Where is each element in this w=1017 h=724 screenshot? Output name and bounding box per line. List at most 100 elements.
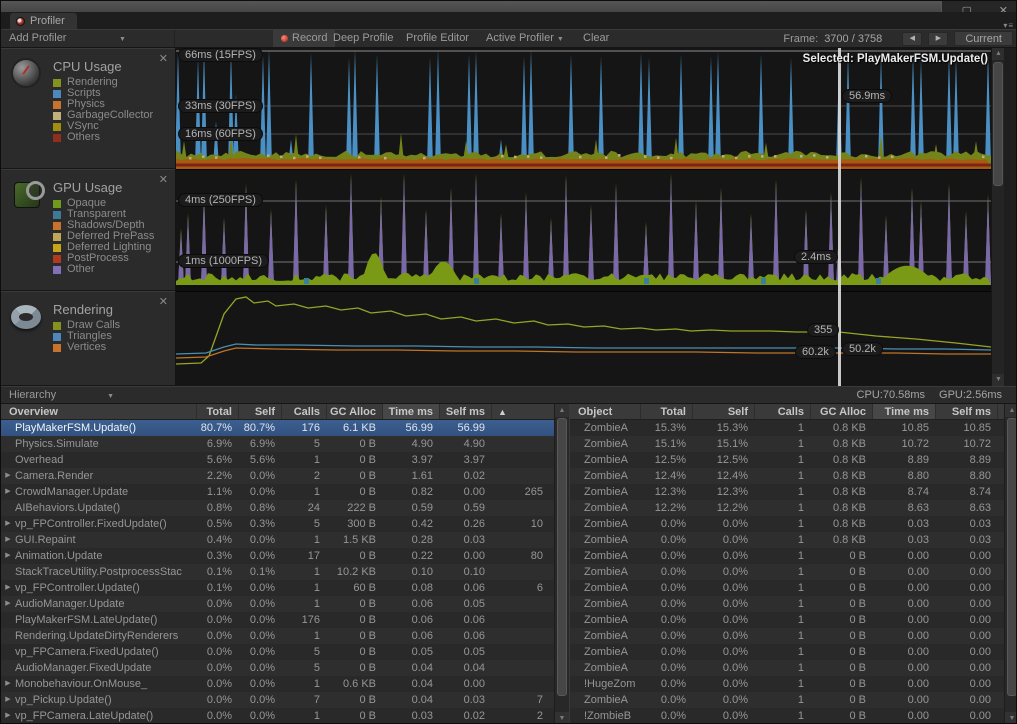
- next-frame-button[interactable]: ▶: [928, 31, 949, 46]
- gpu-usage-chart[interactable]: [176, 169, 991, 291]
- cell-gc: 0.8 KB: [832, 534, 866, 546]
- scrollbar-thumb[interactable]: [993, 62, 1003, 186]
- table-row[interactable]: ▶ Camera.Render 2.2% 0.0% 2 0 B 1.61 0.02: [1, 468, 554, 484]
- column-header[interactable]: Time ms: [382, 404, 439, 419]
- column-header[interactable]: Self ms: [935, 404, 997, 419]
- expand-arrow-icon[interactable]: ▶: [1, 580, 15, 596]
- table-row[interactable]: ZombieA 12.3% 12.3% 1 0.8 KB 8.74 8.74: [570, 484, 1004, 500]
- table-row[interactable]: ZombieA 0.0% 0.0% 1 0.8 KB 0.03 0.03: [570, 532, 1004, 548]
- sort-arrow-icon[interactable]: ▲: [491, 404, 549, 419]
- scroll-down-icon[interactable]: ▼: [555, 712, 569, 723]
- table-row[interactable]: ▶ CrowdManager.Update 1.1% 0.0% 1 0 B 0.82 0.00…: [1, 484, 554, 500]
- column-header[interactable]: Calls: [281, 404, 326, 419]
- expand-arrow-icon[interactable]: ▶: [1, 708, 15, 723]
- cell-time: 0.03: [411, 710, 433, 722]
- rendering-chart[interactable]: [176, 291, 991, 386]
- expand-arrow-icon[interactable]: ▶: [1, 468, 15, 484]
- table-row[interactable]: PlayMakerFSM.Update() 80.7% 80.7% 176 6.1 KB…: [1, 420, 554, 436]
- table-row[interactable]: ZombieA 15.1% 15.1% 1 0.8 KB 10.72 10.72: [570, 436, 1004, 452]
- add-profiler-dropdown[interactable]: Add Profiler ▼: [1, 30, 175, 47]
- object-scrollbar[interactable]: ▲ ▼: [1004, 404, 1016, 723]
- close-icon[interactable]: ✕: [159, 173, 168, 186]
- row-name: vp_FPCamera.FixedUpdate(): [15, 646, 159, 658]
- close-icon[interactable]: ✕: [159, 295, 168, 308]
- table-row[interactable]: ▶ vp_FPCamera.LateUpdate() 0.0% 0.0% 1 0 B 0.0…: [1, 708, 554, 723]
- column-header[interactable]: Time ms: [872, 404, 935, 419]
- table-row[interactable]: ZombieA 15.3% 15.3% 1 0.8 KB 10.85 10.85: [570, 420, 1004, 436]
- table-row[interactable]: ▶ GUI.Repaint 0.4% 0.0% 1 1.5 KB 0.28 0.03: [1, 532, 554, 548]
- table-row[interactable]: ZombieA 0.0% 0.0% 1 0 B 0.00 0.00: [570, 612, 1004, 628]
- table-row[interactable]: ▶ vp_Pickup.Update() 0.0% 0.0% 7 0 B 0.04 0.03 7: [1, 692, 554, 708]
- column-header[interactable]: Object: [570, 404, 640, 419]
- table-row[interactable]: !ZombieB 0.0% 0.0% 1 0 B 0.00 0.00: [570, 708, 1004, 723]
- table-row[interactable]: Physics.Simulate 6.9% 6.9% 5 0 B 4.90 4.90: [1, 436, 554, 452]
- table-row[interactable]: vp_FPCamera.FixedUpdate() 0.0% 0.0% 5 0 B 0.0…: [1, 644, 554, 660]
- scrollbar-thumb[interactable]: [557, 418, 567, 696]
- column-header[interactable]: Self: [692, 404, 754, 419]
- tab-profiler[interactable]: Profiler: [10, 13, 77, 29]
- table-row[interactable]: ZombieA 0.0% 0.0% 1 0.8 KB 0.03 0.03: [570, 516, 1004, 532]
- table-row[interactable]: StackTraceUtility.PostprocessStac 0.1% 0.1…: [1, 564, 554, 580]
- current-frame-button[interactable]: Current: [954, 31, 1013, 46]
- expand-arrow-icon[interactable]: ▶: [1, 596, 15, 612]
- hierarchy-mode-dropdown[interactable]: Hierarchy ▼: [9, 387, 114, 403]
- table-row[interactable]: ZombieA 0.0% 0.0% 1 0 B 0.00 0.00: [570, 628, 1004, 644]
- column-header[interactable]: Self: [238, 404, 281, 419]
- expand-arrow-icon[interactable]: ▶: [1, 516, 15, 532]
- column-header[interactable]: Total: [640, 404, 692, 419]
- table-row[interactable]: ▶ Monobehaviour.OnMouse_ 0.0% 0.0% 1 0.6 KB 0.…: [1, 676, 554, 692]
- column-header[interactable]: Overview: [1, 404, 196, 419]
- cell-calls: 5: [313, 518, 320, 530]
- scroll-down-icon[interactable]: ▼: [1005, 712, 1016, 723]
- cpu-usage-chart[interactable]: [176, 48, 991, 169]
- table-row[interactable]: ZombieA 12.4% 12.4% 1 0.8 KB 8.80 8.80: [570, 468, 1004, 484]
- table-row[interactable]: ▶ Animation.Update 0.3% 0.0% 17 0 B 0.22 0.00 80: [1, 548, 554, 564]
- expand-arrow-icon[interactable]: ▶: [1, 548, 15, 564]
- frame-label: Frame:: [783, 32, 819, 45]
- column-header[interactable]: Calls: [754, 404, 810, 419]
- charts-scrollbar[interactable]: ▲ ▼: [991, 48, 1005, 386]
- table-row[interactable]: ZombieA 0.0% 0.0% 1 0 B 0.00 0.00: [570, 660, 1004, 676]
- prev-frame-button[interactable]: ◀: [902, 31, 923, 46]
- table-row[interactable]: ZombieA 12.2% 12.2% 1 0.8 KB 8.63 8.63: [570, 500, 1004, 516]
- profile-editor-button[interactable]: Profile Editor: [399, 30, 476, 47]
- table-row[interactable]: ZombieA 0.0% 0.0% 1 0 B 0.00 0.00: [570, 548, 1004, 564]
- table-row[interactable]: AIBehaviors.Update() 0.8% 0.8% 24 222 B 0.59 0…: [1, 500, 554, 516]
- clear-button[interactable]: Clear: [576, 30, 616, 47]
- table-row[interactable]: ZombieA 0.0% 0.0% 1 0 B 0.00 0.00: [570, 644, 1004, 660]
- table-row[interactable]: Rendering.UpdateDirtyRenderers 0.0% 0.0% 1 0…: [1, 628, 554, 644]
- table-row[interactable]: ZombieA 0.0% 0.0% 1 0 B 0.00 0.00: [570, 580, 1004, 596]
- table-row[interactable]: !HugeZom 0.0% 0.0% 1 0 B 0.00 0.00: [570, 676, 1004, 692]
- expand-arrow-icon[interactable]: ▶: [1, 676, 15, 692]
- table-row[interactable]: ZombieA 0.0% 0.0% 1 0 B 0.00 0.00: [570, 692, 1004, 708]
- close-icon[interactable]: ✕: [159, 52, 168, 65]
- cell-self_ms: 0.00: [969, 566, 991, 578]
- table-row[interactable]: ZombieA 0.0% 0.0% 1 0 B 0.00 0.00: [570, 564, 1004, 580]
- table-row[interactable]: AudioManager.FixedUpdate 0.0% 0.0% 5 0 B 0.04…: [1, 660, 554, 676]
- table-row[interactable]: ▶ AudioManager.Update 0.0% 0.0% 1 0 B 0.06 0.05: [1, 596, 554, 612]
- selected-frame-line[interactable]: [838, 48, 841, 386]
- cell-self: 0.0%: [249, 534, 275, 546]
- table-row[interactable]: ZombieA 12.5% 12.5% 1 0.8 KB 8.89 8.89: [570, 452, 1004, 468]
- scrollbar-thumb[interactable]: [1007, 418, 1016, 696]
- scroll-up-icon[interactable]: ▲: [555, 404, 569, 417]
- expand-arrow-icon[interactable]: ▶: [1, 484, 15, 500]
- column-header[interactable]: GC Alloc: [326, 404, 382, 419]
- column-header[interactable]: Total: [196, 404, 238, 419]
- table-row[interactable]: Overhead 5.6% 5.6% 1 0 B 3.97 3.97: [1, 452, 554, 468]
- cell-gc: 0 B: [849, 598, 866, 610]
- expand-arrow-icon: [570, 612, 584, 628]
- expand-arrow-icon[interactable]: ▶: [1, 692, 15, 708]
- table-row[interactable]: PlayMakerFSM.LateUpdate() 0.0% 0.0% 176 0 B 0…: [1, 612, 554, 628]
- overview-scrollbar[interactable]: ▲ ▼: [554, 404, 569, 723]
- expand-arrow-icon[interactable]: ▶: [1, 532, 15, 548]
- table-row[interactable]: ZombieA 0.0% 0.0% 1 0 B 0.00 0.00: [570, 596, 1004, 612]
- column-header[interactable]: Self ms: [439, 404, 491, 419]
- scroll-up-icon[interactable]: ▲: [1005, 404, 1016, 417]
- active-profiler-dropdown[interactable]: Active Profiler ▼: [479, 30, 571, 47]
- table-row[interactable]: ▶ vp_FPController.FixedUpdate() 0.5% 0.3% 5 3…: [1, 516, 554, 532]
- table-row[interactable]: ▶ vp_FPController.Update() 0.1% 0.0% 1 60 B 0.…: [1, 580, 554, 596]
- titlebar[interactable]: [1, 1, 1016, 12]
- deep-profile-button[interactable]: Deep Profile: [326, 30, 401, 47]
- column-header[interactable]: GC Alloc: [810, 404, 872, 419]
